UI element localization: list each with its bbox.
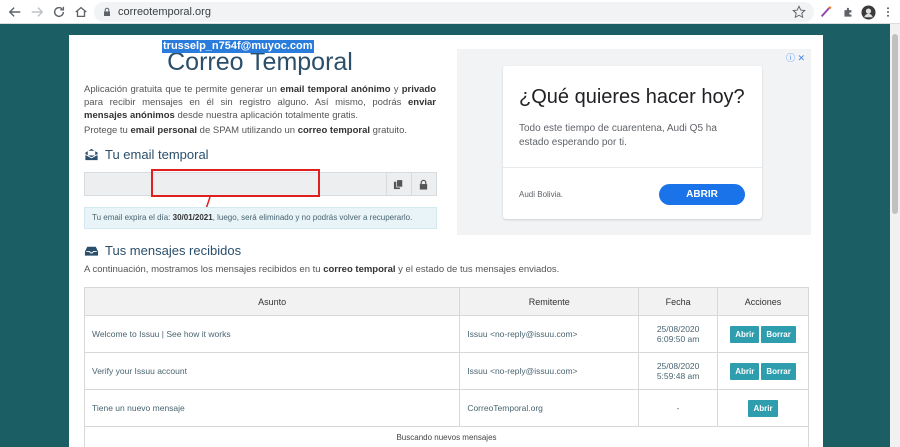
- loading-text: Buscando nuevos mensajes: [84, 426, 809, 447]
- message-date: -: [638, 389, 719, 427]
- message-actions: Abrir Borrar: [717, 352, 809, 390]
- email-section-heading: Tu email temporal: [84, 147, 209, 162]
- home-icon[interactable]: [70, 1, 92, 23]
- messages-section-heading: Tus mensajes recibidos: [84, 243, 241, 258]
- messages-table: Asunto Remitente Fecha Acciones Welcome …: [83, 287, 809, 447]
- table-header-row: Asunto Remitente Fecha Acciones: [83, 287, 809, 316]
- copy-icon: [393, 178, 403, 189]
- open-button[interactable]: Abrir: [730, 362, 760, 380]
- protect-text: Protege tu email personal de SPAM utiliz…: [84, 125, 407, 136]
- star-icon[interactable]: [792, 5, 806, 19]
- expire-notice: Tu email expira el día: 30/01/2021, lueg…: [84, 207, 437, 229]
- lock-icon: [104, 7, 110, 16]
- highlight-annotation: [151, 169, 320, 197]
- scrollbar-thumb[interactable]: [892, 34, 898, 214]
- table-row[interactable]: Tiene un nuevo mensaje CorreoTemporal.or…: [83, 389, 809, 427]
- advertisement[interactable]: ⓘ ✕ ¿Qué quieres hacer hoy? Todo este ti…: [457, 49, 811, 235]
- profile-icon[interactable]: [860, 4, 876, 20]
- loading-row: Buscando nuevos mensajes: [84, 426, 809, 447]
- column-header-date[interactable]: Fecha: [638, 287, 719, 316]
- column-header-actions: Acciones: [717, 287, 809, 316]
- browser-toolbar: correotemporal.org: [0, 0, 900, 24]
- back-icon[interactable]: [4, 1, 26, 23]
- delete-button[interactable]: Borrar: [761, 362, 796, 380]
- message-sender: Issuu <no-reply@issuu.com>: [459, 352, 640, 390]
- lock-button[interactable]: [411, 173, 435, 195]
- reload-icon[interactable]: [48, 1, 70, 23]
- forward-icon[interactable]: [26, 1, 48, 23]
- inbox-tray-icon: [84, 246, 99, 256]
- ad-open-button[interactable]: ABRIR: [659, 184, 745, 205]
- lock-icon: [419, 179, 428, 190]
- message-date: 25/08/2020 6:09:50 am: [638, 315, 719, 353]
- message-date: 25/08/2020 5:59:48 am: [638, 352, 719, 390]
- inbox-mail-icon: [85, 148, 98, 161]
- extension-icon[interactable]: [818, 4, 834, 20]
- page-content: Correo Temporal Aplicación gratuita que …: [69, 35, 823, 447]
- menu-icon[interactable]: [880, 4, 896, 20]
- message-sender: CorreoTemporal.org: [459, 389, 640, 427]
- message-subject[interactable]: Tiene un nuevo mensaje: [83, 389, 461, 427]
- ad-card[interactable]: ¿Qué quieres hacer hoy? Todo este tiempo…: [503, 66, 762, 219]
- column-header-subject[interactable]: Asunto: [83, 287, 461, 316]
- column-header-sender[interactable]: Remitente: [459, 287, 640, 316]
- open-button[interactable]: Abrir: [748, 399, 778, 417]
- ad-divider: [503, 167, 762, 168]
- message-actions: Abrir Borrar: [717, 315, 809, 353]
- page-scrollbar[interactable]: [890, 24, 900, 447]
- email-value[interactable]: trusselp_n754f@muyoc.com: [162, 40, 314, 53]
- delete-button[interactable]: Borrar: [761, 325, 796, 343]
- ad-brand: Audi Bolivia.: [519, 190, 564, 199]
- open-button[interactable]: Abrir: [730, 325, 760, 343]
- address-bar[interactable]: correotemporal.org: [94, 2, 814, 22]
- message-sender: Issuu <no-reply@issuu.com>: [459, 315, 640, 353]
- intro-text: Aplicación gratuita que te permite gener…: [84, 84, 436, 121]
- messages-description: A continuación, mostramos los mensajes r…: [84, 264, 560, 275]
- ad-info-icon[interactable]: ⓘ ✕: [786, 51, 805, 64]
- puzzle-icon[interactable]: [840, 4, 856, 20]
- message-actions: Abrir: [717, 389, 809, 427]
- message-subject[interactable]: Verify your Issuu account: [83, 352, 461, 390]
- url-text: correotemporal.org: [118, 6, 211, 18]
- table-row[interactable]: Verify your Issuu account Issuu <no-repl…: [83, 352, 809, 390]
- ad-body: Todo este tiempo de cuarentena, Audi Q5 …: [519, 123, 717, 148]
- message-subject[interactable]: Welcome to Issuu | See how it works: [83, 315, 461, 353]
- copy-button[interactable]: [386, 173, 410, 195]
- ad-headline[interactable]: ¿Qué quieres hacer hoy?: [519, 86, 745, 109]
- table-row[interactable]: Welcome to Issuu | See how it works Issu…: [83, 315, 809, 353]
